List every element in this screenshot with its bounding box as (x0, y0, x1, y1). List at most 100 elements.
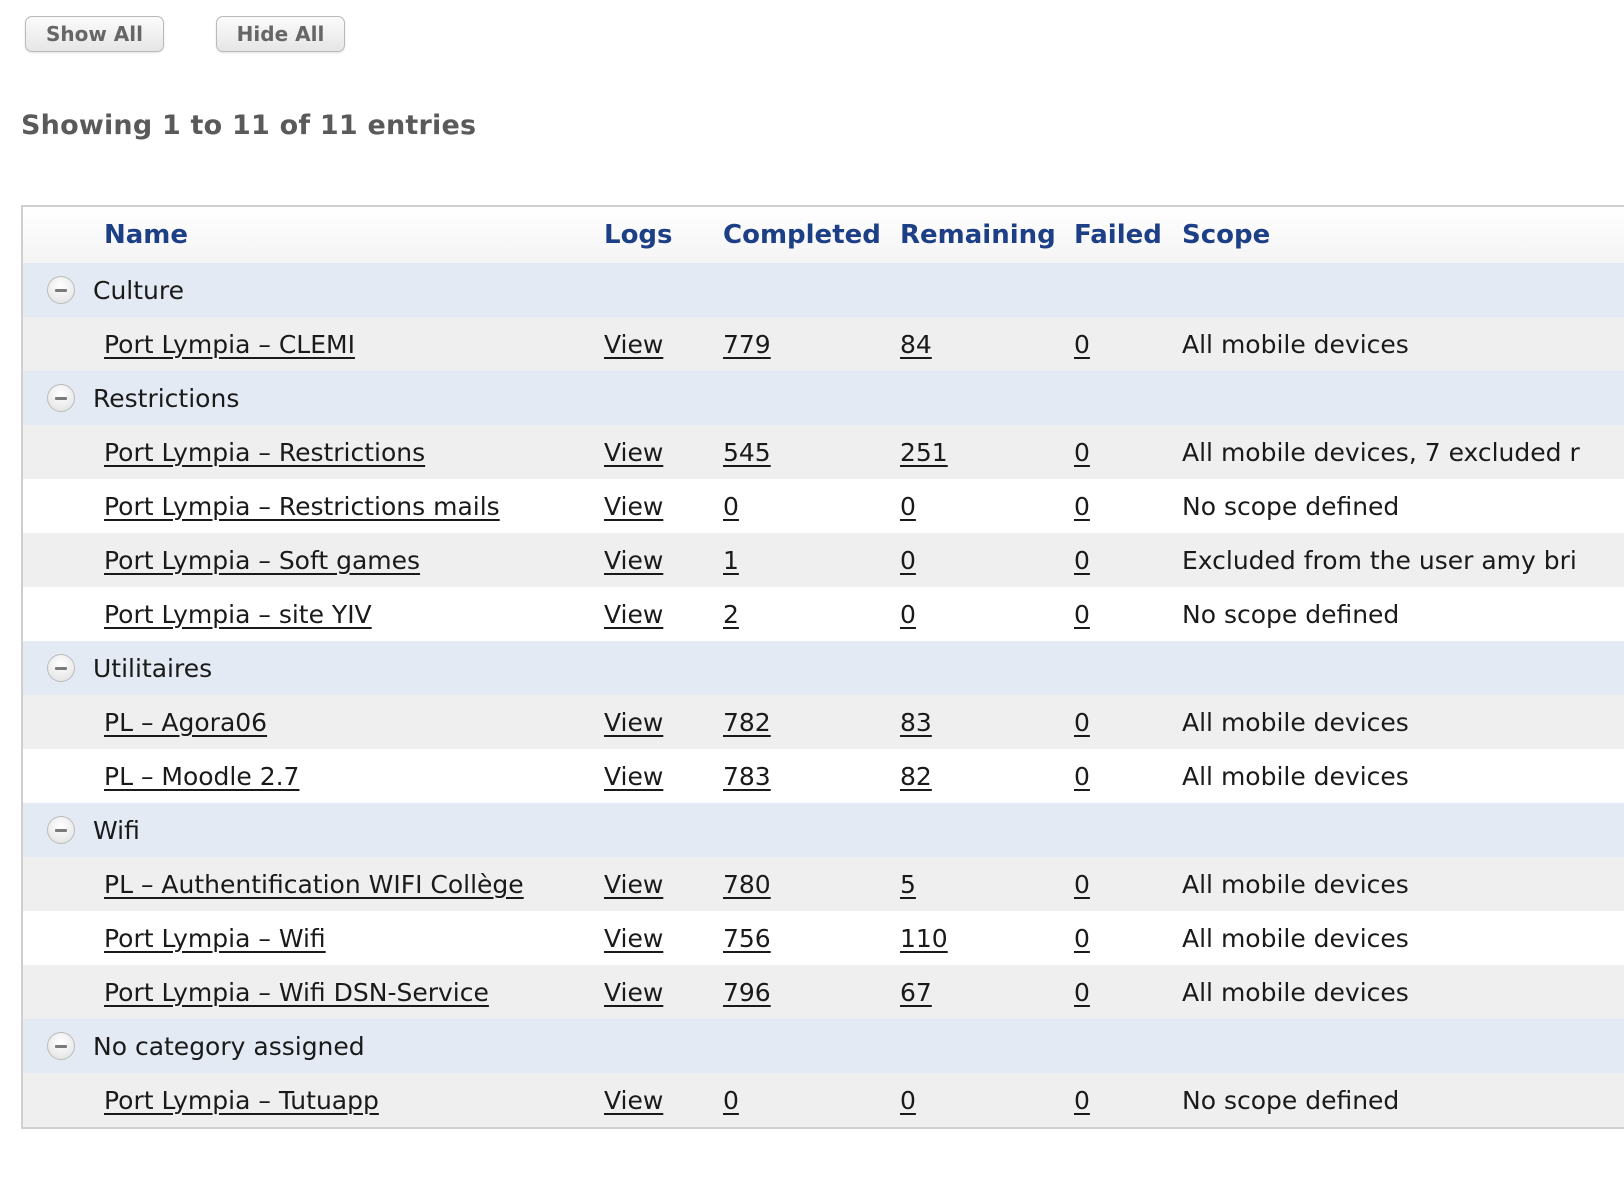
remaining-count-link[interactable]: 0 (900, 546, 916, 575)
policy-name-link[interactable]: Port Lympia – Restrictions (104, 438, 425, 467)
cell-remaining: 5 (900, 857, 916, 911)
failed-count-link[interactable]: 0 (1074, 330, 1090, 359)
column-header-logs[interactable]: Logs (604, 207, 673, 263)
cell-remaining: 0 (900, 479, 916, 533)
failed-count-link[interactable]: 0 (1074, 1086, 1090, 1115)
column-header-scope[interactable]: Scope (1182, 207, 1270, 263)
remaining-count-link[interactable]: 82 (900, 762, 932, 791)
cell-remaining: 0 (900, 533, 916, 587)
collapse-minus-icon[interactable] (47, 1032, 75, 1060)
scope-text: All mobile devices (1182, 761, 1409, 791)
policy-name-link[interactable]: Port Lympia – CLEMI (104, 330, 355, 359)
policy-name-link[interactable]: PL – Moodle 2.7 (104, 762, 299, 791)
view-logs-link[interactable]: View (604, 924, 663, 953)
view-logs-link[interactable]: View (604, 330, 663, 359)
view-logs-link[interactable]: View (604, 546, 663, 575)
column-header-remaining[interactable]: Remaining (900, 207, 1056, 263)
view-logs-link[interactable]: View (604, 600, 663, 629)
cell-completed: 756 (723, 911, 771, 965)
cell-name: PL – Agora06 (104, 695, 267, 749)
completed-count-link[interactable]: 780 (723, 870, 771, 899)
policy-name-link[interactable]: PL – Authentification WIFI Collège (104, 870, 524, 899)
scope-text: No scope defined (1182, 599, 1400, 629)
cell-remaining: 0 (900, 1073, 916, 1127)
completed-count-link[interactable]: 0 (723, 492, 739, 521)
view-logs-link[interactable]: View (604, 492, 663, 521)
completed-count-link[interactable]: 545 (723, 438, 771, 467)
policy-name-link[interactable]: Port Lympia – Restrictions mails (104, 492, 500, 521)
policy-name-link[interactable]: Port Lympia – Wifi (104, 924, 326, 953)
remaining-count-link[interactable]: 110 (900, 924, 948, 953)
view-logs-link[interactable]: View (604, 438, 663, 467)
cell-failed: 0 (1074, 857, 1090, 911)
category-label: Utilitaires (93, 653, 213, 683)
completed-count-link[interactable]: 779 (723, 330, 771, 359)
collapse-minus-icon[interactable] (47, 816, 75, 844)
entries-summary: Showing 1 to 11 of 11 entries (21, 110, 477, 141)
policy-name-link[interactable]: Port Lympia – Soft games (104, 546, 420, 575)
view-logs-link[interactable]: View (604, 762, 663, 791)
category-label: Wifi (93, 815, 140, 845)
failed-count-link[interactable]: 0 (1074, 600, 1090, 629)
failed-count-link[interactable]: 0 (1074, 546, 1090, 575)
category-label: Culture (93, 275, 185, 305)
cell-failed: 0 (1074, 317, 1090, 371)
column-header-completed[interactable]: Completed (723, 207, 881, 263)
completed-count-link[interactable]: 756 (723, 924, 771, 953)
completed-count-link[interactable]: 782 (723, 708, 771, 737)
remaining-count-link[interactable]: 0 (900, 1086, 916, 1115)
cell-scope: All mobile devices (1182, 965, 1409, 1019)
remaining-count-link[interactable]: 5 (900, 870, 916, 899)
failed-count-link[interactable]: 0 (1074, 978, 1090, 1007)
cell-remaining: 84 (900, 317, 932, 371)
view-logs-link[interactable]: View (604, 978, 663, 1007)
remaining-count-link[interactable]: 67 (900, 978, 932, 1007)
completed-count-link[interactable]: 2 (723, 600, 739, 629)
scope-text: All mobile devices (1182, 977, 1409, 1007)
hide-all-button[interactable]: Hide All (216, 16, 345, 52)
cell-name: Port Lympia – Restrictions mails (104, 479, 500, 533)
completed-count-link[interactable]: 0 (723, 1086, 739, 1115)
remaining-count-link[interactable]: 251 (900, 438, 948, 467)
policy-name-link[interactable]: Port Lympia – Tutuapp (104, 1086, 379, 1115)
table-row: PL – Moodle 2.7 View 783 82 0 All mobile devi… (23, 749, 1624, 803)
cell-completed: 545 (723, 425, 771, 479)
show-all-button[interactable]: Show All (25, 16, 164, 52)
policy-name-link[interactable]: Port Lympia – Wifi DSN-Service (104, 978, 489, 1007)
failed-count-link[interactable]: 0 (1074, 708, 1090, 737)
view-logs-link[interactable]: View (604, 870, 663, 899)
failed-count-link[interactable]: 0 (1074, 870, 1090, 899)
scope-text: No scope defined (1182, 1085, 1400, 1115)
policy-name-link[interactable]: Port Lympia – site YIV (104, 600, 372, 629)
policy-name-link[interactable]: PL – Agora06 (104, 708, 267, 737)
scope-text: All mobile devices, 7 excluded r (1182, 437, 1580, 467)
collapse-minus-icon[interactable] (47, 654, 75, 682)
view-logs-link[interactable]: View (604, 1086, 663, 1115)
remaining-count-link[interactable]: 0 (900, 600, 916, 629)
completed-count-link[interactable]: 1 (723, 546, 739, 575)
collapse-minus-icon[interactable] (47, 276, 75, 304)
cell-completed: 1 (723, 533, 739, 587)
cell-failed: 0 (1074, 425, 1090, 479)
remaining-count-link[interactable]: 0 (900, 492, 916, 521)
remaining-count-link[interactable]: 84 (900, 330, 932, 359)
collapse-minus-icon[interactable] (47, 384, 75, 412)
scope-text: No scope defined (1182, 491, 1400, 521)
completed-count-link[interactable]: 796 (723, 978, 771, 1007)
cell-failed: 0 (1074, 911, 1090, 965)
cell-logs: View (604, 695, 663, 749)
cell-remaining: 67 (900, 965, 932, 1019)
completed-count-link[interactable]: 783 (723, 762, 771, 791)
column-header-failed[interactable]: Failed (1074, 207, 1162, 263)
failed-count-link[interactable]: 0 (1074, 924, 1090, 953)
failed-count-link[interactable]: 0 (1074, 762, 1090, 791)
cell-completed: 796 (723, 965, 771, 1019)
cell-logs: View (604, 587, 663, 641)
view-logs-link[interactable]: View (604, 708, 663, 737)
cell-logs: View (604, 1073, 663, 1127)
failed-count-link[interactable]: 0 (1074, 492, 1090, 521)
column-header-name[interactable]: Name (104, 207, 188, 263)
remaining-count-link[interactable]: 83 (900, 708, 932, 737)
failed-count-link[interactable]: 0 (1074, 438, 1090, 467)
cell-completed: 780 (723, 857, 771, 911)
